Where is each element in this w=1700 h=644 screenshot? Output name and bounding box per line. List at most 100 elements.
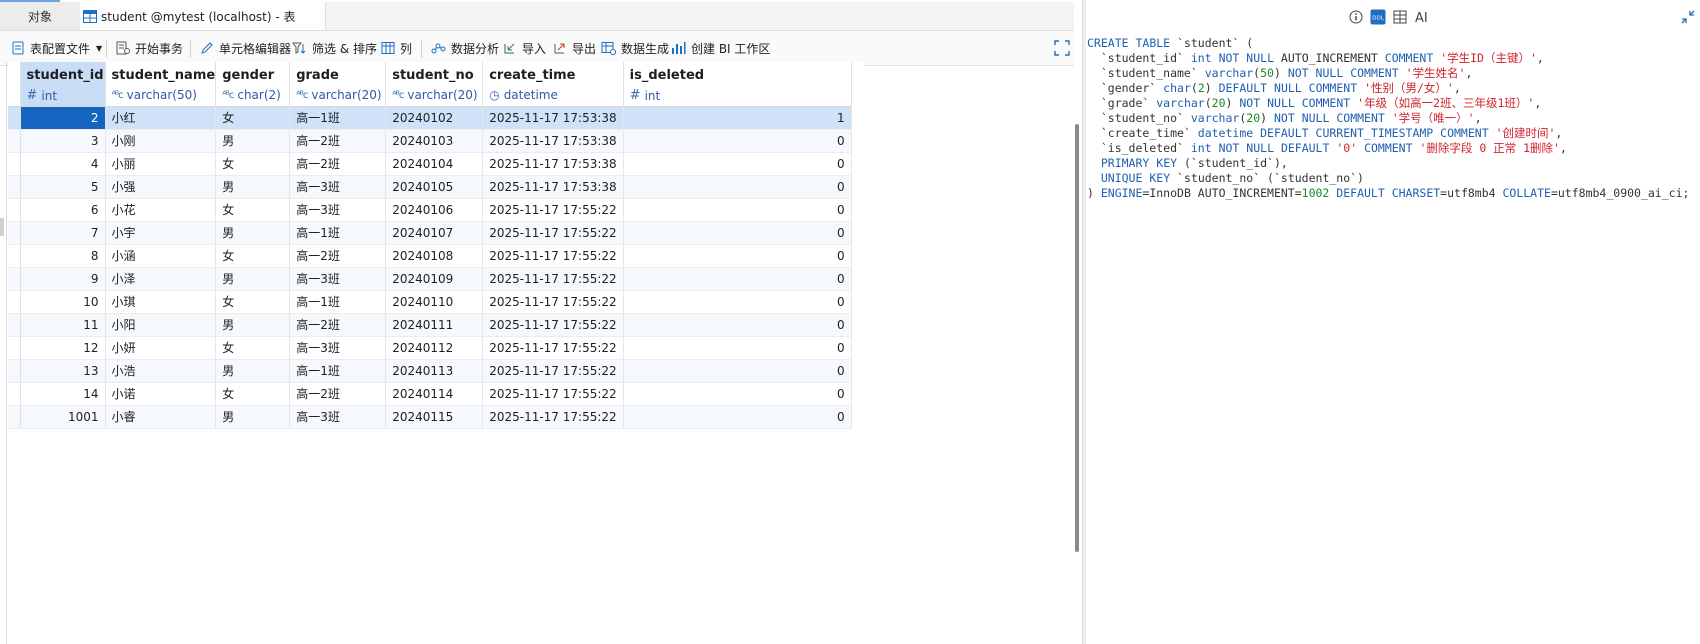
- collapse-panel-icon[interactable]: [1680, 9, 1696, 25]
- cell-gender[interactable]: 女: [215, 244, 291, 268]
- cell-create_time[interactable]: 2025-11-17 17:55:22: [482, 267, 624, 291]
- cell-gender[interactable]: 男: [215, 221, 291, 245]
- side-panel-handle[interactable]: [0, 218, 4, 236]
- cell-grade[interactable]: 高一1班: [289, 106, 387, 130]
- cell-create_time[interactable]: 2025-11-17 17:55:22: [482, 405, 624, 429]
- cell-create_time[interactable]: 2025-11-17 17:55:22: [482, 198, 624, 222]
- cell-student_name[interactable]: 小诺: [105, 382, 217, 406]
- cell-grade[interactable]: 高一2班: [289, 152, 387, 176]
- cell-is_deleted[interactable]: 0: [623, 175, 852, 199]
- cell-grade[interactable]: 高一1班: [289, 290, 387, 314]
- cell-gender[interactable]: 男: [215, 129, 291, 153]
- cell-is_deleted[interactable]: 0: [623, 290, 852, 314]
- table-row[interactable]: 13 小浩男高一1班 20240113 2025-11-17 17:55:22 0: [8, 359, 864, 383]
- cell-grade[interactable]: 高一1班: [289, 221, 387, 245]
- row-gutter[interactable]: [8, 175, 21, 199]
- cell-student_no[interactable]: 20240111: [385, 313, 484, 337]
- cell-grade[interactable]: 高一3班: [289, 405, 387, 429]
- cell-gender[interactable]: 女: [215, 106, 291, 130]
- table-row[interactable]: 5 小强男高一3班 20240105 2025-11-17 17:53:38 0: [8, 175, 864, 199]
- cell-create_time[interactable]: 2025-11-17 17:53:38: [482, 106, 624, 130]
- cell-student_id[interactable]: 5: [20, 175, 106, 199]
- column-header-is_deleted[interactable]: is_deleted # int: [623, 62, 852, 107]
- columns-button[interactable]: 列: [381, 31, 412, 65]
- cell-student_no[interactable]: 20240107: [385, 221, 484, 245]
- cell-gender[interactable]: 女: [215, 290, 291, 314]
- table-row[interactable]: 3 小刚男高一2班 20240103 2025-11-17 17:53:38 0: [8, 129, 864, 153]
- import-button[interactable]: 导入: [503, 31, 546, 65]
- row-gutter[interactable]: [8, 244, 21, 268]
- vertical-scrollbar[interactable]: [1074, 62, 1080, 644]
- row-gutter[interactable]: [8, 313, 21, 337]
- cell-create_time[interactable]: 2025-11-17 17:55:22: [482, 336, 624, 360]
- cell-create_time[interactable]: 2025-11-17 17:55:22: [482, 221, 624, 245]
- column-header-create_time[interactable]: create_time ◷ datetime: [482, 62, 624, 107]
- profile-button[interactable]: 表配置文件 ▼: [12, 31, 102, 65]
- cell-gender[interactable]: 男: [215, 359, 291, 383]
- cell-student_no[interactable]: 20240108: [385, 244, 484, 268]
- cell-student_id[interactable]: 12: [20, 336, 106, 360]
- cell-grade[interactable]: 高一3班: [289, 267, 387, 291]
- row-gutter[interactable]: [8, 221, 21, 245]
- table-columns-icon[interactable]: [1392, 9, 1408, 25]
- cell-student_name[interactable]: 小红: [105, 106, 217, 130]
- begin-transaction-button[interactable]: 开始事务: [116, 31, 183, 65]
- cell-create_time[interactable]: 2025-11-17 17:55:22: [482, 359, 624, 383]
- cell-student_id[interactable]: 9: [20, 267, 106, 291]
- row-gutter[interactable]: [8, 129, 21, 153]
- cell-gender[interactable]: 男: [215, 313, 291, 337]
- cell-is_deleted[interactable]: 0: [623, 129, 852, 153]
- cell-student_id[interactable]: 7: [20, 221, 106, 245]
- cell-student_id[interactable]: 11: [20, 313, 106, 337]
- cell-gender[interactable]: 女: [215, 198, 291, 222]
- cell-student_id[interactable]: 13: [20, 359, 106, 383]
- cell-student_no[interactable]: 20240105: [385, 175, 484, 199]
- cell-editor-button[interactable]: 单元格编辑器: [200, 31, 291, 65]
- cell-is_deleted[interactable]: 0: [623, 405, 852, 429]
- cell-gender[interactable]: 男: [215, 267, 291, 291]
- create-bi-workspace-button[interactable]: 创建 BI 工作区: [671, 31, 770, 65]
- column-header-student_id[interactable]: student_id # int: [20, 62, 106, 107]
- cell-student_name[interactable]: 小妍: [105, 336, 217, 360]
- cell-student_id[interactable]: 3: [20, 129, 106, 153]
- cell-grade[interactable]: 高一3班: [289, 198, 387, 222]
- cell-gender[interactable]: 女: [215, 152, 291, 176]
- cell-student_no[interactable]: 20240106: [385, 198, 484, 222]
- cell-create_time[interactable]: 2025-11-17 17:55:22: [482, 244, 624, 268]
- cell-student_name[interactable]: 小宇: [105, 221, 217, 245]
- row-gutter[interactable]: [8, 106, 21, 130]
- cell-grade[interactable]: 高一2班: [289, 129, 387, 153]
- table-row[interactable]: 1001 小睿男高一3班 20240115 2025-11-17 17:55:22 0: [8, 405, 864, 429]
- cell-gender[interactable]: 男: [215, 175, 291, 199]
- cell-student_id[interactable]: 8: [20, 244, 106, 268]
- cell-student_id[interactable]: 4: [20, 152, 106, 176]
- cell-student_id[interactable]: 6: [20, 198, 106, 222]
- cell-grade[interactable]: 高一2班: [289, 313, 387, 337]
- cell-student_no[interactable]: 20240110: [385, 290, 484, 314]
- cell-student_name[interactable]: 小琪: [105, 290, 217, 314]
- cell-student_name[interactable]: 小泽: [105, 267, 217, 291]
- cell-student_name[interactable]: 小睿: [105, 405, 217, 429]
- cell-grade[interactable]: 高一2班: [289, 382, 387, 406]
- cell-gender[interactable]: 女: [215, 336, 291, 360]
- table-row[interactable]: 11 小阳男高一2班 20240111 2025-11-17 17:55:22 0: [8, 313, 864, 337]
- cell-student_no[interactable]: 20240113: [385, 359, 484, 383]
- cell-create_time[interactable]: 2025-11-17 17:55:22: [482, 290, 624, 314]
- cell-student_id[interactable]: 2: [20, 106, 106, 130]
- cell-grade[interactable]: 高一3班: [289, 336, 387, 360]
- row-gutter[interactable]: [8, 290, 21, 314]
- column-header-student_name[interactable]: student_name ᴬᴮc varchar(50): [105, 62, 217, 107]
- cell-student_no[interactable]: 20240102: [385, 106, 484, 130]
- tab-objects[interactable]: 对象: [0, 2, 81, 30]
- filter-sort-button[interactable]: 筛选 & 排序: [292, 31, 377, 65]
- cell-student_no[interactable]: 20240104: [385, 152, 484, 176]
- cell-create_time[interactable]: 2025-11-17 17:53:38: [482, 175, 624, 199]
- cell-is_deleted[interactable]: 0: [623, 336, 852, 360]
- ai-icon[interactable]: AI: [1414, 9, 1430, 25]
- data-generation-button[interactable]: 数据生成: [601, 31, 669, 65]
- cell-grade[interactable]: 高一2班: [289, 244, 387, 268]
- row-gutter[interactable]: [8, 198, 21, 222]
- table-row[interactable]: 12 小妍女高一3班 20240112 2025-11-17 17:55:22 0: [8, 336, 864, 360]
- cell-is_deleted[interactable]: 0: [623, 198, 852, 222]
- cell-gender[interactable]: 男: [215, 405, 291, 429]
